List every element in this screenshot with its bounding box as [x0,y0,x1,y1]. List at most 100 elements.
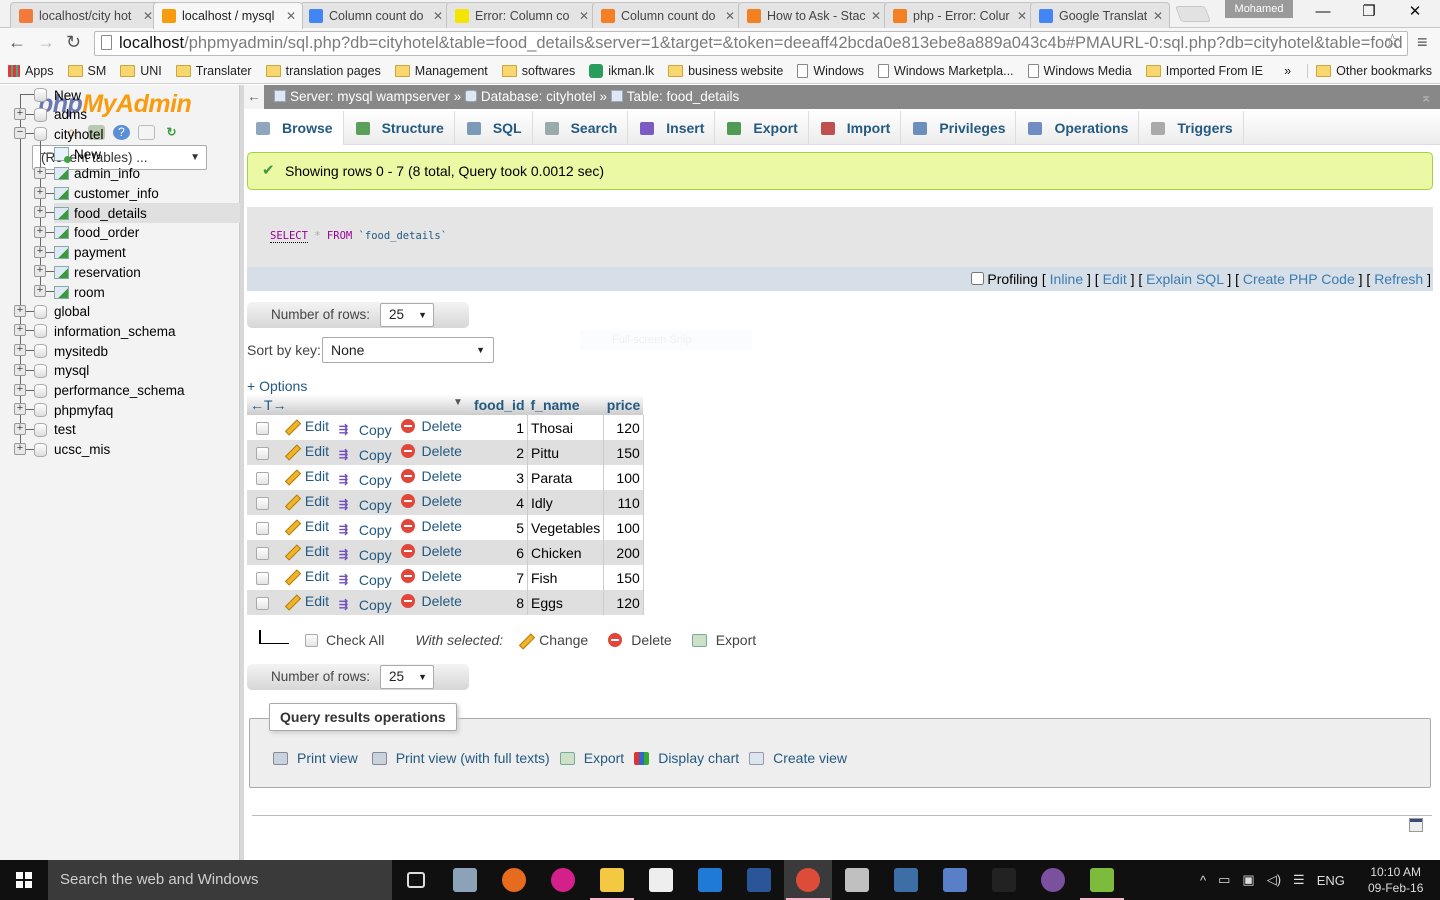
tree-item-test[interactable]: test [34,420,240,440]
expand-icon[interactable]: + [14,403,26,416]
browser-tab[interactable]: Error: Column co ✕ [446,2,596,28]
delete-row-button[interactable]: Delete [401,593,462,609]
print-view-full-link[interactable]: Print view (with full texts) [396,750,550,766]
sort-by-key-select[interactable]: None ▼ [322,337,494,363]
tree-item-mysql[interactable]: mysql [34,361,240,381]
tree-item-ucsc-mis[interactable]: ucsc_mis [34,440,240,460]
close-tab-icon[interactable]: ✕ [143,9,153,23]
tree-item-admin-info[interactable]: admin_info [54,164,240,184]
tree-item-adms[interactable]: adms [34,105,240,125]
bookmark-uni[interactable]: UNI [120,64,162,78]
taskbar-network-app[interactable] [931,860,979,900]
tray-chevron-icon[interactable]: ^ [1200,873,1206,888]
taskbar-app-m[interactable] [539,860,587,900]
delete-row-button[interactable]: Delete [401,518,462,534]
copy-row-button[interactable]: ⇶ Copy [339,522,392,538]
edit-row-button[interactable]: Edit [285,418,329,434]
cell-f-name[interactable]: Parata [527,465,605,490]
tree-item-global[interactable]: global [34,302,240,322]
cell-food-id[interactable]: 2 [470,440,528,465]
sort-dropdown-icon[interactable]: ▼ [453,397,463,408]
bookmark-ikman-lk[interactable]: ikman.lk [589,63,654,78]
bulk-delete-button[interactable]: Delete [631,632,671,648]
expand-icon[interactable]: + [14,442,26,455]
tree-item-customer-info[interactable]: customer_info [54,184,240,204]
cell-f-name[interactable]: Pittu [527,440,605,465]
close-tab-icon[interactable]: ✕ [871,9,881,23]
console-icon[interactable] [1409,818,1423,832]
cell-f-name[interactable]: Fish [527,565,605,590]
bookmark-sm[interactable]: SM [67,64,106,78]
close-tab-icon[interactable]: ✕ [725,9,735,23]
profile-button[interactable]: Mohamed [1225,0,1293,18]
bookmark-windows-marketpla[interactable]: Windows Marketpla... [878,63,1014,78]
other-bookmarks[interactable]: Other bookmarks [1307,63,1432,78]
action-center-icon[interactable]: ☰ [1293,872,1305,888]
bookmark-management[interactable]: Management [394,64,488,78]
expand-icon[interactable]: + [34,206,46,219]
breadcrumb-server[interactable]: Server: mysql wampserver [290,89,450,104]
column-header-food-id[interactable]: food_id [470,394,528,415]
inline-link[interactable]: Inline [1050,271,1083,287]
tree-item-food-order[interactable]: food_order [54,223,240,243]
browser-tab[interactable]: localhost/city hot ✕ [10,2,160,28]
browser-tab[interactable]: php - Error: Colur ✕ [884,2,1034,28]
expand-icon[interactable]: + [14,422,26,435]
close-tab-icon[interactable]: ✕ [1153,9,1163,23]
tab-import[interactable]: Import [809,111,902,145]
expand-icon[interactable]: + [34,265,46,278]
tree-item-room[interactable]: room [54,282,240,302]
cell-food-id[interactable]: 1 [470,415,528,440]
cell-f-name[interactable]: Thosai [527,415,605,440]
browser-tab[interactable]: Google Translate ✕ [1030,2,1170,28]
column-header-f-name[interactable]: f_name [527,394,604,415]
browser-tab[interactable]: How to Ask - Stac ✕ [738,2,888,28]
forward-button[interactable]: → [37,32,55,53]
taskbar-word[interactable] [735,860,783,900]
cell-price[interactable]: 150 [603,440,644,465]
minimize-button[interactable]: — [1300,0,1346,26]
copy-row-button[interactable]: ⇶ Copy [339,497,392,513]
taskbar-notepad-plus[interactable] [1078,860,1126,900]
expand-icon[interactable]: + [14,383,26,396]
tab-privileges[interactable]: Privileges [901,111,1017,145]
bookmark-translation-pages[interactable]: translation pages [265,64,381,78]
taskbar-virtualbox[interactable] [882,860,930,900]
breadcrumb-database[interactable]: Database: cityhotel [481,89,596,104]
edit-row-button[interactable]: Edit [285,443,329,459]
bookmark-imported-from-ie[interactable]: Imported From IE [1145,64,1263,78]
volume-icon[interactable]: ◁) [1267,872,1281,888]
bookmark-windows[interactable]: Windows [797,63,864,78]
cell-food-id[interactable]: 4 [470,490,528,515]
taskbar-firefox[interactable] [490,860,538,900]
bookmark-windows-media[interactable]: Windows Media [1027,63,1132,78]
cell-price[interactable]: 200 [603,540,644,565]
taskbar-viber[interactable] [1029,860,1077,900]
scroll-top-icon[interactable]: ⌅ [1420,85,1432,109]
bookmark-business-website[interactable]: business website [668,64,783,78]
cell-food-id[interactable]: 6 [470,540,528,565]
taskbar-task-view[interactable] [392,860,440,900]
reload-button[interactable]: ↻ [66,32,81,53]
expand-icon[interactable]: + [14,324,26,337]
browser-tab[interactable]: localhost / mysql ✕ [153,2,303,29]
chrome-menu-icon[interactable]: ≡ [1417,32,1428,53]
tab-sql[interactable]: SQL [455,111,533,145]
close-window-button[interactable]: ✕ [1392,0,1438,26]
change-button[interactable]: Change [539,632,588,648]
profiling-checkbox[interactable] [970,272,984,285]
tab-triggers[interactable]: Triggers [1139,111,1244,145]
tree-item-mysitedb[interactable]: mysitedb [34,341,240,361]
copy-row-button[interactable]: ⇶ Copy [339,422,392,438]
restore-button[interactable]: ❐ [1346,0,1392,26]
expand-icon[interactable]: + [34,285,46,297]
close-tab-icon[interactable]: ✕ [286,9,296,23]
expand-icon[interactable]: + [14,363,26,376]
cell-price[interactable]: 120 [603,415,644,440]
row-checkbox[interactable] [256,447,269,461]
row-checkbox[interactable] [256,522,269,536]
bulk-export-button[interactable]: Export [716,632,756,648]
clock[interactable]: 10:10 AM 09-Feb-16 [1368,864,1423,896]
close-tab-icon[interactable]: ✕ [1017,9,1027,23]
column-resize-header[interactable]: ←T→ ▼ [247,394,471,415]
